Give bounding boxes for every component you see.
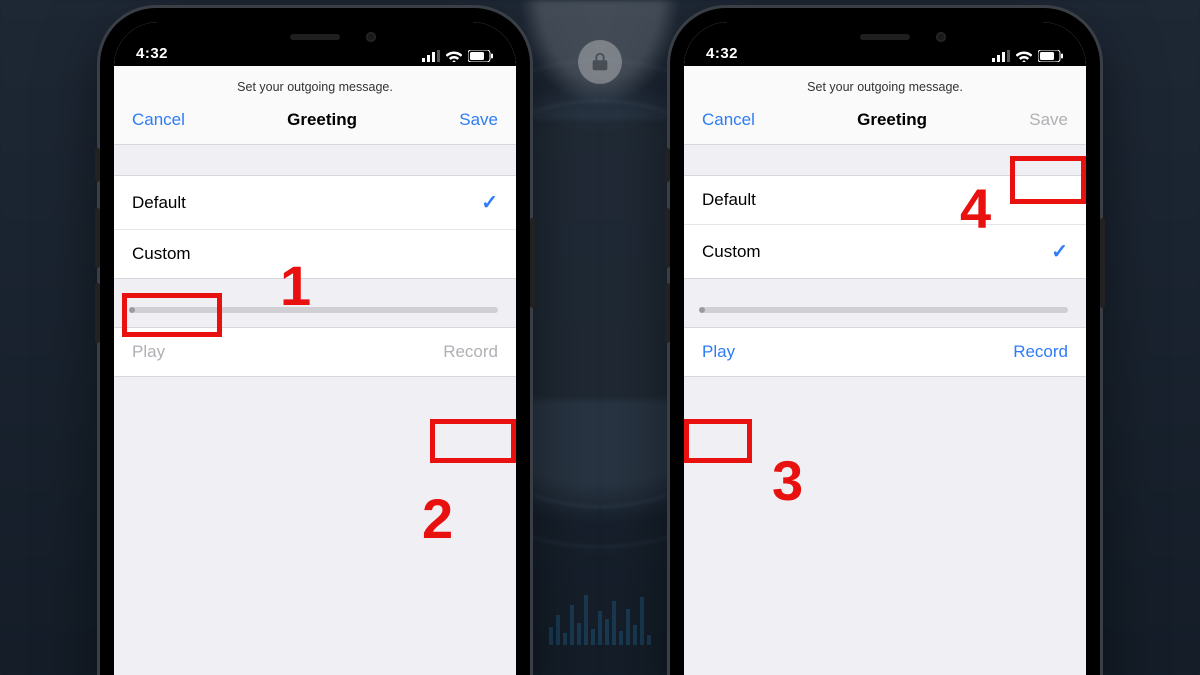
subtitle: Set your outgoing message. (684, 66, 1086, 104)
equalizer-decoration (549, 595, 651, 645)
annotation-box-2 (430, 419, 516, 463)
play-button[interactable]: Play (702, 342, 735, 362)
signal-icon (992, 50, 1010, 62)
option-default-label: Default (132, 193, 186, 213)
navbar: Cancel Greeting Save (684, 104, 1086, 145)
page-title: Greeting (857, 110, 927, 130)
play-button[interactable]: Play (132, 342, 165, 362)
annotation-box-1 (122, 293, 222, 337)
wifi-icon (446, 50, 462, 62)
save-button[interactable]: Save (459, 110, 498, 130)
annotation-box-4 (1010, 156, 1086, 204)
option-custom[interactable]: Custom ✓ (684, 225, 1086, 278)
page-title: Greeting (287, 110, 357, 130)
option-custom-label: Custom (132, 244, 191, 264)
playback-controls: Play Record (684, 327, 1086, 377)
signal-icon (422, 50, 440, 62)
option-default-label: Default (702, 190, 756, 210)
battery-icon (468, 50, 494, 62)
option-default[interactable]: Default ✓ (114, 176, 516, 230)
cancel-button[interactable]: Cancel (702, 110, 755, 130)
wifi-icon (1016, 50, 1032, 62)
phone-left: 4:32 Set your outgoing message. Cancel G… (100, 8, 530, 675)
notch (220, 22, 410, 52)
navbar: Cancel Greeting Save (114, 104, 516, 145)
greeting-options-list: Default ✓ Custom (114, 175, 516, 279)
annotation-number-3: 3 (772, 448, 803, 513)
lock-icon (578, 40, 622, 84)
option-custom[interactable]: Custom (114, 230, 516, 278)
checkmark-icon: ✓ (1051, 239, 1068, 264)
playback-scrubber[interactable] (702, 307, 1068, 313)
annotation-number-4: 4 (960, 176, 991, 241)
option-custom-label: Custom (702, 242, 761, 262)
cancel-button[interactable]: Cancel (132, 110, 185, 130)
save-button[interactable]: Save (1029, 110, 1068, 130)
battery-icon (1038, 50, 1064, 62)
annotation-number-1: 1 (280, 253, 311, 318)
record-button[interactable]: Record (443, 342, 498, 362)
notch (790, 22, 980, 52)
checkmark-icon: ✓ (481, 190, 498, 215)
annotation-number-2: 2 (422, 486, 453, 551)
phone-right: 4:32 Set your outgoing message. Cancel G… (670, 8, 1100, 675)
annotation-box-3 (684, 419, 752, 463)
status-time: 4:32 (706, 45, 738, 62)
record-button[interactable]: Record (1013, 342, 1068, 362)
status-time: 4:32 (136, 45, 168, 62)
subtitle: Set your outgoing message. (114, 66, 516, 104)
